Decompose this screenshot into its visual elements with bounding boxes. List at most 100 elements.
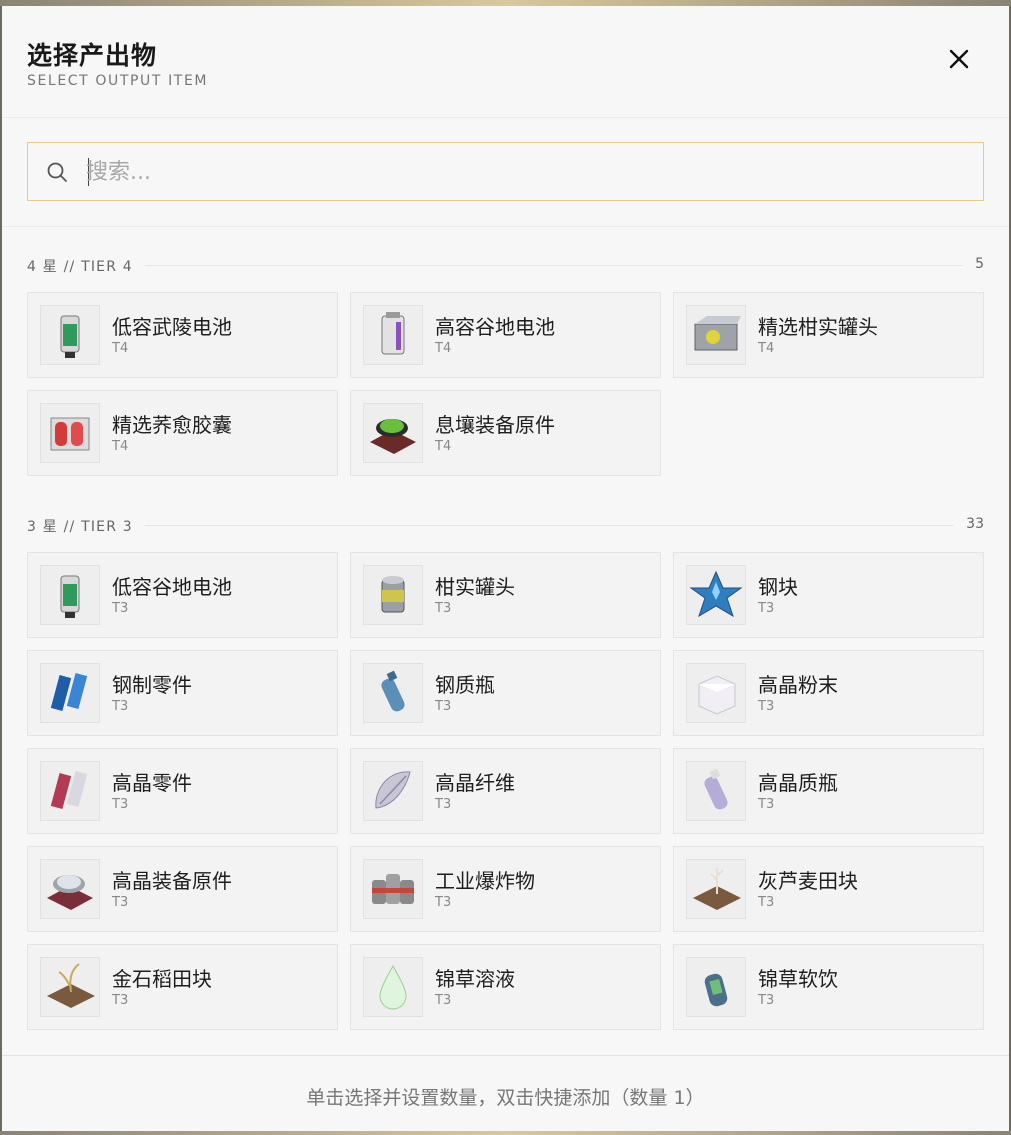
section-header: 4 星 // TIER 4 5 [27,256,984,276]
steel-bottle-icon [363,663,423,723]
item-card[interactable]: 灰芦麦田块 T3 [673,846,984,932]
steel-parts-icon [40,663,100,723]
crystal-powder-icon [686,663,746,723]
item-tier: T3 [112,699,129,714]
item-card[interactable]: 钢块 T3 [673,552,984,638]
crystal-equipment-icon [40,859,100,919]
item-card[interactable]: 高容谷地电池 T4 [350,292,661,378]
item-card[interactable]: 工业爆炸物 T3 [350,846,661,932]
search-input[interactable] [86,151,966,193]
item-card[interactable]: 精选荞愈胶囊 T4 [27,390,338,476]
item-name: 柑实罐头 [435,575,515,599]
capsule-box-icon [40,403,100,463]
item-tier: T3 [758,895,775,910]
battery-purple-icon [363,305,423,365]
item-name: 高容谷地电池 [435,315,555,339]
item-card[interactable]: 金石稻田块 T3 [27,944,338,1030]
item-name: 工业爆炸物 [435,869,535,893]
item-card[interactable]: 钢质瓶 T3 [350,650,661,736]
item-card[interactable]: 高晶零件 T3 [27,748,338,834]
search-box[interactable] [27,142,984,201]
window-frame-bottom [0,1131,1011,1135]
item-tier: T3 [758,699,775,714]
item-name: 钢质瓶 [435,673,495,697]
item-card[interactable]: 锦草溶液 T3 [350,944,661,1030]
crystal-bottle-icon [686,761,746,821]
item-card[interactable]: 低容谷地电池 T3 [27,552,338,638]
search-icon [47,162,67,182]
item-name: 钢块 [758,575,798,599]
tin-can-icon [363,565,423,625]
item-tier: T3 [435,895,452,910]
item-name: 低容谷地电池 [112,575,232,599]
item-tier: T4 [112,439,129,454]
item-name: 高晶装备原件 [112,869,232,893]
crystal-fiber-icon [363,761,423,821]
item-tier: T3 [758,993,775,1008]
battery-green-icon [40,565,100,625]
explosive-cans-icon [363,859,423,919]
section-divider [27,265,984,266]
dialog-header: 选择产出物 SELECT OUTPUT ITEM [2,6,1009,118]
item-name: 精选荞愈胶囊 [112,413,232,437]
item-tier: T3 [435,797,452,812]
steel-crystal-icon [686,565,746,625]
item-name: 高晶粉末 [758,673,838,697]
tin-can-box-icon [686,305,746,365]
item-name: 息壤装备原件 [435,413,555,437]
item-card[interactable]: 柑实罐头 T3 [350,552,661,638]
section-label: 3 星 // TIER 3 [27,516,145,536]
item-tier: T4 [435,341,452,356]
dialog-subtitle: SELECT OUTPUT ITEM [27,73,209,89]
item-name: 精选柑实罐头 [758,315,878,339]
item-name: 高晶质瓶 [758,771,838,795]
herb-droplet-icon [363,957,423,1017]
item-tier: T3 [758,797,775,812]
item-name: 锦草软饮 [758,967,838,991]
item-card[interactable]: 精选柑实罐头 T4 [673,292,984,378]
item-card[interactable]: 高晶装备原件 T3 [27,846,338,932]
item-card[interactable]: 高晶粉末 T3 [673,650,984,736]
dialog-title: 选择产出物 [27,41,158,70]
item-tier: T3 [112,895,129,910]
herb-drink-icon [686,957,746,1017]
section-count: 5 [963,256,984,272]
item-tier: T3 [435,699,452,714]
item-tier: T4 [112,341,129,356]
section-label: 4 星 // TIER 4 [27,256,145,276]
item-name: 金石稻田块 [112,967,212,991]
item-tier: T3 [435,601,452,616]
item-card[interactable]: 钢制零件 T3 [27,650,338,736]
item-card[interactable]: 息壤装备原件 T4 [350,390,661,476]
rice-plot-icon [40,957,100,1017]
item-tier: T4 [758,341,775,356]
crystal-parts-icon [40,761,100,821]
section-count: 33 [954,516,984,532]
item-card[interactable]: 高晶纤维 T3 [350,748,661,834]
item-tier: T3 [112,601,129,616]
wheat-plot-icon [686,859,746,919]
equipment-disc-icon [363,403,423,463]
item-card[interactable]: 锦草软饮 T3 [673,944,984,1030]
battery-green-icon [40,305,100,365]
item-name: 高晶纤维 [435,771,515,795]
item-name: 低容武陵电池 [112,315,232,339]
item-tier: T4 [435,439,452,454]
dialog-footer: 单击选择并设置数量，双击快捷添加（数量 1） [2,1055,1009,1131]
item-card[interactable]: 高晶质瓶 T3 [673,748,984,834]
item-name: 钢制零件 [112,673,192,697]
item-tier: T3 [112,993,129,1008]
item-list[interactable]: 4 星 // TIER 4 5 低容武陵电池 T4 高容谷地电池 T4 精选柑实罐头 T4 精选… [2,228,1009,1056]
item-name: 灰芦麦田块 [758,869,858,893]
item-name: 高晶零件 [112,771,192,795]
close-icon [949,49,969,69]
close-button[interactable] [947,47,971,71]
section-divider [27,525,984,526]
item-card[interactable]: 低容武陵电池 T4 [27,292,338,378]
item-tier: T3 [758,601,775,616]
usage-hint: 单击选择并设置数量，双击快捷添加（数量 1） [306,1087,705,1109]
select-output-dialog: 选择产出物 SELECT OUTPUT ITEM 4 星 // TIER 4 5 低… [2,6,1009,1131]
item-tier: T3 [112,797,129,812]
search-section [2,118,1009,227]
item-tier: T3 [435,993,452,1008]
